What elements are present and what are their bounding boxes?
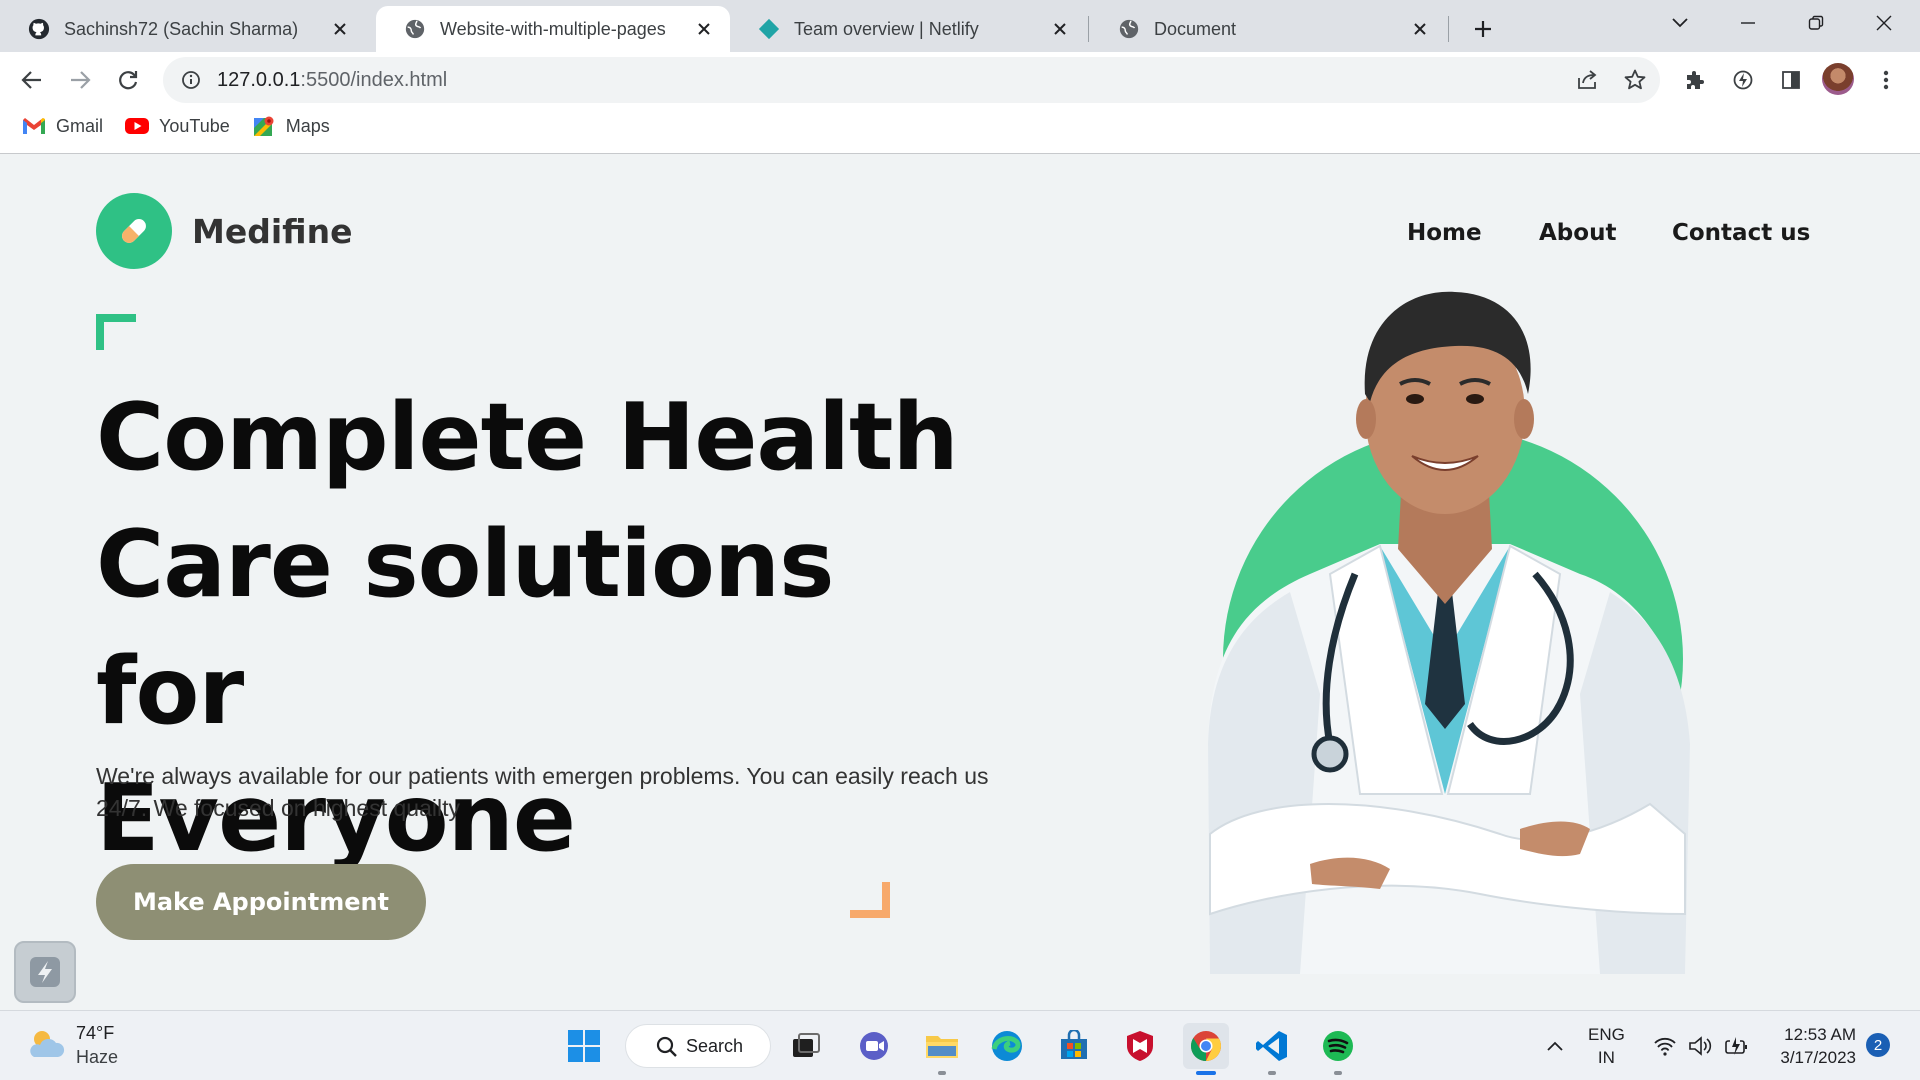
task-view-icon[interactable]: [783, 1023, 829, 1069]
youtube-icon: [125, 116, 150, 136]
close-icon[interactable]: [694, 19, 714, 39]
share-icon[interactable]: [1573, 66, 1601, 94]
gmail-icon: [22, 116, 46, 136]
battery-charging-icon[interactable]: [1714, 1023, 1760, 1069]
mcafee-icon[interactable]: [1117, 1023, 1163, 1069]
profile-avatar[interactable]: [1822, 63, 1854, 95]
chrome-icon[interactable]: [1183, 1023, 1229, 1075]
running-indicator-active: [1196, 1071, 1216, 1075]
language-code: ENG: [1588, 1025, 1625, 1044]
weather-widget[interactable]: 74°F Haze: [26, 1021, 118, 1069]
microsoft-store-icon[interactable]: [1051, 1023, 1097, 1069]
weather-temp: 74°F: [76, 1023, 115, 1043]
site-logo[interactable]: Medifine: [96, 193, 353, 269]
spotify-icon[interactable]: [1315, 1023, 1361, 1075]
running-indicator: [1268, 1071, 1276, 1075]
windows-start-icon[interactable]: [561, 1023, 607, 1069]
file-explorer-icon[interactable]: [919, 1023, 965, 1075]
restore-button[interactable]: [1796, 8, 1836, 38]
performance-icon[interactable]: [1725, 62, 1761, 98]
address-bar[interactable]: 127.0.0.1:5500/index.html: [163, 57, 1660, 103]
nav-about[interactable]: About: [1539, 220, 1616, 246]
close-icon[interactable]: [330, 19, 350, 39]
url-host: 127.0.0.1: [217, 68, 301, 91]
globe-icon: [1118, 18, 1140, 40]
running-indicator: [938, 1071, 946, 1075]
tab-website[interactable]: Website-with-multiple-pages: [376, 6, 730, 52]
doctor-illustration: [1208, 291, 1690, 974]
extensions-icon[interactable]: [1677, 62, 1713, 98]
weather-cloud-icon: [30, 1031, 65, 1057]
lightning-icon: [30, 957, 60, 987]
bookmarks-bar: Gmail YouTube Maps: [0, 108, 330, 144]
web-page: Medifine Home About Contact us Complete …: [0, 154, 1920, 1010]
search-label: Search: [686, 1035, 744, 1056]
search-icon: [656, 1036, 677, 1057]
bookmark-youtube[interactable]: YouTube: [125, 116, 230, 137]
reload-button[interactable]: [110, 62, 146, 98]
vscode-icon[interactable]: [1249, 1023, 1295, 1075]
tab-strip: Sachinsh72 (Sachin Sharma) Website-with-…: [0, 0, 1920, 52]
globe-icon: [404, 18, 426, 40]
info-icon[interactable]: [179, 68, 203, 92]
close-window-button[interactable]: [1864, 8, 1904, 38]
tab-search-chevron-icon[interactable]: [1660, 8, 1700, 38]
make-appointment-button[interactable]: Make Appointment: [96, 864, 426, 940]
teams-chat-icon[interactable]: [851, 1023, 897, 1069]
tab-document[interactable]: Document: [1090, 6, 1446, 52]
netlify-icon: [758, 18, 780, 40]
new-tab-button[interactable]: [1466, 12, 1500, 46]
tab-github[interactable]: Sachinsh72 (Sachin Sharma): [0, 6, 366, 52]
maps-icon: [252, 116, 276, 136]
tab-title: Document: [1154, 18, 1237, 39]
language-indicator[interactable]: ENG IN: [1588, 1023, 1625, 1069]
tab-title: Team overview | Netlify: [794, 18, 979, 39]
hero-subtext: We're always available for our patients …: [96, 763, 989, 821]
pill-icon: [96, 193, 172, 269]
tab-separator: [1448, 16, 1449, 42]
back-button[interactable]: [14, 62, 50, 98]
minimize-button[interactable]: [1728, 8, 1768, 38]
edge-icon[interactable]: [984, 1023, 1030, 1069]
nav-home[interactable]: Home: [1407, 220, 1482, 246]
more-menu-icon[interactable]: [1868, 62, 1904, 98]
bookmark-label: YouTube: [159, 115, 230, 136]
brand-name: Medifine: [192, 211, 353, 251]
tab-netlify[interactable]: Team overview | Netlify: [730, 6, 1086, 52]
headline-line: Complete Health: [96, 383, 959, 491]
bookmark-gmail[interactable]: Gmail: [22, 116, 103, 137]
taskbar-search[interactable]: Search: [625, 1024, 771, 1068]
star-icon[interactable]: [1621, 66, 1649, 94]
tab-title: Website-with-multiple-pages: [440, 18, 666, 39]
clock-date: 3/17/2023: [1780, 1048, 1856, 1067]
tab-title: Sachinsh72 (Sachin Sharma): [64, 18, 299, 39]
lightning-app-button[interactable]: [14, 941, 76, 1003]
tab-separator: [1088, 16, 1089, 42]
region-code: IN: [1597, 1048, 1615, 1067]
hero-image: [1180, 274, 1720, 974]
side-panel-icon[interactable]: [1773, 62, 1809, 98]
headline-line: Care solutions for: [96, 510, 834, 745]
clock[interactable]: 12:53 AM 3/17/2023: [1772, 1023, 1856, 1069]
close-icon[interactable]: [1410, 19, 1430, 39]
close-icon[interactable]: [1050, 19, 1070, 39]
notification-badge[interactable]: 2: [1866, 1033, 1890, 1057]
decor-corner-green: [96, 314, 136, 350]
url-path: :5500/index.html: [300, 68, 448, 91]
bookmark-maps[interactable]: Maps: [252, 116, 330, 137]
decor-corner-orange: [850, 882, 890, 918]
nav-contact[interactable]: Contact us: [1672, 220, 1810, 246]
running-indicator: [1334, 1071, 1342, 1075]
bookmark-label: Maps: [285, 115, 330, 136]
taskbar: 74°F Haze Search ENG IN 12:53 AM 3/17/20…: [0, 1010, 1920, 1080]
chevron-up-icon[interactable]: [1532, 1023, 1578, 1069]
weather-desc: Haze: [76, 1047, 119, 1067]
github-icon: [28, 18, 50, 40]
forward-button[interactable]: [62, 62, 98, 98]
clock-time: 12:53 AM: [1784, 1025, 1856, 1044]
url-text: 127.0.0.1:5500/index.html: [217, 69, 447, 92]
bookmark-label: Gmail: [56, 115, 104, 136]
